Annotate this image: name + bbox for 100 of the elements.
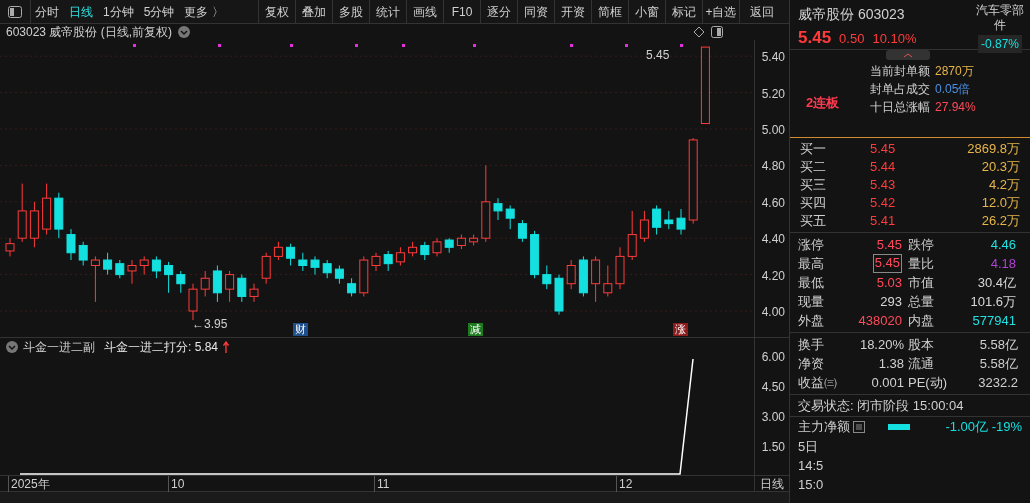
candle <box>566 259 576 290</box>
candle <box>493 197 503 221</box>
bid-price: 5.44 <box>870 158 897 177</box>
candle <box>334 265 344 285</box>
price-change: 0.50 <box>839 30 865 48</box>
stat-label: 跌停 <box>908 236 935 254</box>
event-marker[interactable]: 财 <box>293 323 308 336</box>
candle <box>554 274 564 316</box>
stat-value: 438020 <box>858 312 902 330</box>
candle <box>371 252 381 272</box>
sector-name[interactable]: 汽车零部件 <box>972 3 1028 33</box>
bid-level-label: 买一 <box>800 140 827 159</box>
candle <box>261 252 271 285</box>
flow-row-label: 5日 <box>798 438 820 456</box>
candle <box>237 274 247 303</box>
candle <box>127 259 137 285</box>
price-axis-label: 5.40 <box>761 49 785 67</box>
diamond-icon[interactable] <box>693 26 705 38</box>
toolbar-button[interactable]: +自选 <box>702 0 739 23</box>
candle <box>408 241 418 257</box>
finance-label: 流通 <box>908 355 935 373</box>
toolbar-button[interactable]: 标记 <box>665 0 702 23</box>
candle <box>188 283 198 321</box>
toolbar-button[interactable]: 小窗 <box>628 0 665 23</box>
change-percent: 10.10% <box>872 30 917 48</box>
period-tab[interactable]: 1分钟 <box>103 2 134 21</box>
seal-label: 当前封单额 <box>870 63 930 79</box>
bid-level-label: 买五 <box>800 212 827 231</box>
event-marker[interactable]: 涨 <box>673 323 688 336</box>
period-tab[interactable]: 更多 〉 <box>184 2 224 21</box>
dropdown-icon[interactable] <box>178 26 191 38</box>
bid-level-label: 买四 <box>800 194 827 213</box>
period-tab[interactable]: 5分钟 <box>143 2 175 21</box>
candle <box>42 183 52 236</box>
toolbar-button[interactable]: 画线 <box>406 0 443 23</box>
candle <box>383 250 393 272</box>
candle <box>603 265 613 297</box>
bid-level-label: 买二 <box>800 158 827 177</box>
candle <box>359 255 369 297</box>
candle <box>530 230 540 279</box>
stat-label: 总量 <box>908 293 935 311</box>
stat-label: 市值 <box>908 274 935 292</box>
collapse-icon[interactable] <box>6 341 18 353</box>
toolbar-button[interactable]: 返回 <box>739 0 784 23</box>
indicator-axis-label: 1.50 <box>761 439 785 456</box>
trade-status: 交易状态: 闭市阶段 15:00:04 <box>798 396 964 415</box>
candle <box>395 246 405 266</box>
period-tab[interactable]: 分时 <box>35 2 59 21</box>
candle <box>639 210 649 243</box>
candle <box>652 204 662 236</box>
stat-value: 5.03 <box>876 274 902 292</box>
candle <box>444 237 454 254</box>
candle <box>420 241 430 261</box>
candle <box>90 255 100 303</box>
candle <box>615 246 625 290</box>
candle <box>286 243 296 266</box>
toolbar-button[interactable]: 逐分 <box>480 0 517 23</box>
stock-name: 威帝股份 603023 <box>798 5 906 24</box>
candle <box>54 192 64 239</box>
panel-toggle-icon[interactable] <box>8 5 22 18</box>
candle <box>139 255 149 276</box>
toolbar-button[interactable]: 统计 <box>369 0 406 23</box>
toolbar-button[interactable]: 同资 <box>517 0 554 23</box>
price-axis-label: 4.40 <box>761 231 785 249</box>
toolbar-button[interactable]: 开资 <box>554 0 591 23</box>
finance-label: PE(动) <box>908 374 948 392</box>
finance-value: 3232.2 <box>977 374 1019 392</box>
price-axis-label: 4.20 <box>761 267 785 285</box>
toolbar-button[interactable]: 叠加 <box>295 0 332 23</box>
candle <box>249 283 259 303</box>
up-arrow-icon <box>223 341 230 353</box>
candle <box>456 234 466 250</box>
toolbar-button[interactable]: F10 <box>443 0 480 23</box>
finance-value: 5.58亿 <box>978 336 1019 354</box>
bid-volume: 2869.8万 <box>966 140 1020 159</box>
stat-label: 量比 <box>908 255 935 273</box>
list-icon[interactable] <box>853 421 865 433</box>
price-axis-label: 4.60 <box>761 194 785 212</box>
period-tab[interactable]: 日线 <box>69 2 93 21</box>
candle <box>5 237 15 257</box>
candle <box>115 259 125 279</box>
low-price-label: ←3.95 <box>192 316 228 333</box>
candle <box>469 234 479 246</box>
candle <box>310 255 320 276</box>
toolbar-button[interactable]: 简框 <box>591 0 628 23</box>
event-marker[interactable]: 减 <box>468 323 483 336</box>
seal-value: 27.94% <box>935 99 976 115</box>
candle <box>273 241 283 261</box>
bid-volume: 20.3万 <box>980 158 1020 177</box>
toolbar-button[interactable]: 复权 <box>258 0 295 23</box>
panel-toggle-icon[interactable] <box>711 26 723 38</box>
price-axis-label: 5.20 <box>761 85 785 103</box>
period-label: 日线 <box>759 476 785 491</box>
stat-label: 最低 <box>798 274 825 292</box>
finance-label: 净资 <box>798 355 825 373</box>
finance-value: 5.58亿 <box>978 355 1019 373</box>
candle <box>664 210 674 230</box>
toolbar-button[interactable]: 多股 <box>332 0 369 23</box>
stat-value: 293 <box>880 293 902 311</box>
seal-label: 封单占成交 <box>870 81 930 97</box>
